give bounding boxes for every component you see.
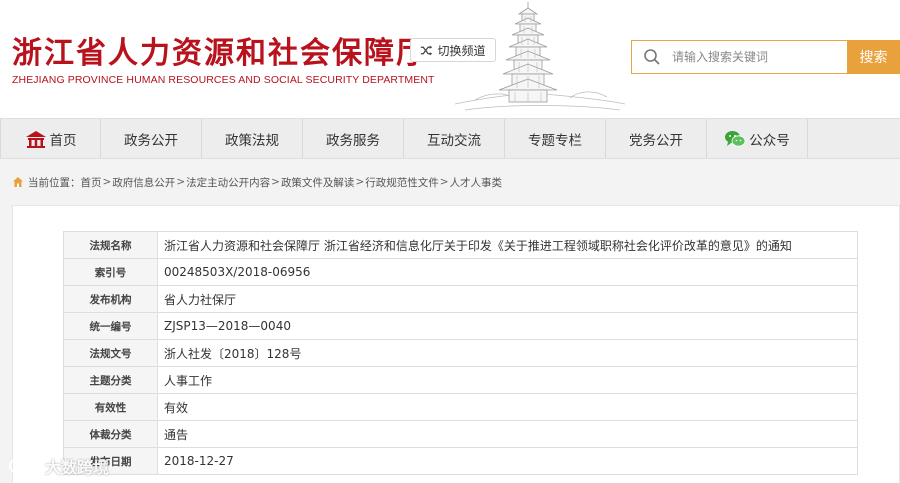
breadcrumb-item[interactable]: 行政规范性文件 <box>365 175 439 190</box>
table-row: 体裁分类 通告 <box>63 420 858 448</box>
breadcrumb-separator: > <box>355 176 365 188</box>
search-icon <box>632 41 672 73</box>
field-value: 00248503X/2018-06956 <box>157 258 858 286</box>
table-row: 主题分类 人事工作 <box>63 366 858 394</box>
search-button[interactable]: 搜索 <box>847 40 900 74</box>
breadcrumb-separator: > <box>439 176 449 188</box>
field-label: 发布机构 <box>63 285 158 313</box>
nav-item-topics[interactable]: 专题专栏 <box>505 119 606 158</box>
watermark-text: 大数跨境 <box>45 458 110 477</box>
field-value: 通告 <box>157 420 858 448</box>
field-label: 有效性 <box>63 393 158 421</box>
field-value: 浙人社发〔2018〕128号 <box>157 339 858 367</box>
nav-item-gov-affairs[interactable]: 政务公开 <box>101 119 202 158</box>
breadcrumb-item[interactable]: 法定主动公开内容 <box>186 175 270 190</box>
breadcrumb-item[interactable]: 政府信息公开 <box>112 175 175 190</box>
breadcrumb-prefix: 当前位置： <box>28 176 81 189</box>
shuffle-icon <box>421 45 433 55</box>
field-value: 省人力社保厅 <box>157 285 858 313</box>
watermark: 大数跨境 <box>8 455 109 477</box>
nav-item-home[interactable]: 首页 <box>0 119 101 158</box>
search-bar: 搜索 <box>631 40 900 74</box>
field-value: ZJSP13—2018—0040 <box>157 312 858 340</box>
table-row: 发布日期 2018-12-27 <box>63 447 858 475</box>
nav-label: 党务公开 <box>629 132 683 149</box>
nav-item-policy[interactable]: 政策法规 <box>202 119 303 158</box>
table-row: 统一编号 ZJSP13—2018—0040 <box>63 312 858 340</box>
table-row: 索引号 00248503X/2018-06956 <box>63 258 858 286</box>
nav-item-services[interactable]: 政务服务 <box>303 119 404 158</box>
field-value: 浙江省人力资源和社会保障厅 浙江省经济和信息化厅关于印发《关于推进工程领域职称社… <box>157 231 858 259</box>
field-label: 法规文号 <box>63 339 158 367</box>
field-label: 体裁分类 <box>63 420 158 448</box>
wechat-icon <box>725 130 746 147</box>
document-info-table: 法规名称 浙江省人力资源和社会保障厅 浙江省经济和信息化厅关于印发《关于推进工程… <box>63 231 858 475</box>
table-row: 发布机构 省人力社保厅 <box>63 285 858 313</box>
field-value: 2018-12-27 <box>157 447 858 475</box>
pagoda-illustration <box>455 2 625 111</box>
location-home-icon <box>13 177 23 187</box>
site-title[interactable]: 浙江省人力资源和社会保障厅 <box>12 28 428 72</box>
field-label: 统一编号 <box>63 312 158 340</box>
breadcrumb-separator: > <box>271 176 280 188</box>
breadcrumb-item[interactable]: 政策文件及解读 <box>281 175 355 190</box>
nav-label: 专题专栏 <box>528 132 582 149</box>
field-value: 人事工作 <box>157 366 858 394</box>
watermark-logo-icon <box>9 459 35 473</box>
breadcrumb-separator: > <box>176 176 186 188</box>
site-title-en: ZHEJIANG PROVINCE HUMAN RESOURCES AND SO… <box>12 74 435 86</box>
site-header: 浙江省人力资源和社会保障厅 ZHEJIANG PROVINCE HUMAN RE… <box>0 0 900 118</box>
field-label: 法规名称 <box>63 231 158 259</box>
table-row: 法规名称 浙江省人力资源和社会保障厅 浙江省经济和信息化厅关于印发《关于推进工程… <box>63 231 858 259</box>
nav-label: 互动交流 <box>427 132 481 149</box>
field-label: 主题分类 <box>63 366 158 394</box>
breadcrumb-item[interactable]: 人才人事类 <box>450 175 503 190</box>
nav-item-party-affairs[interactable]: 党务公开 <box>606 119 707 158</box>
breadcrumb-item[interactable]: 首页 <box>81 175 102 190</box>
nav-label: 政务服务 <box>326 132 380 149</box>
nav-label: 政务公开 <box>124 132 178 149</box>
field-value: 有效 <box>157 393 858 421</box>
table-row: 法规文号 浙人社发〔2018〕128号 <box>63 339 858 367</box>
main-nav: 首页 政务公开 政策法规 政务服务 互动交流 专题专栏 党务公开 公众号 <box>0 118 900 159</box>
nav-label: 政策法规 <box>225 132 279 149</box>
home-icon <box>25 130 46 148</box>
nav-item-interaction[interactable]: 互动交流 <box>404 119 505 158</box>
field-label: 索引号 <box>63 258 158 286</box>
search-box <box>631 40 847 74</box>
nav-item-public-account[interactable]: 公众号 <box>707 119 808 158</box>
nav-label-home: 首页 <box>49 132 77 149</box>
table-row: 有效性 有效 <box>63 393 858 421</box>
breadcrumb: 当前位置： 首页 > 政府信息公开 > 法定主动公开内容 > 政策文件及解读 >… <box>12 174 502 190</box>
breadcrumb-separator: > <box>102 176 112 188</box>
search-input[interactable] <box>672 50 842 64</box>
nav-label-public-account: 公众号 <box>749 132 790 149</box>
